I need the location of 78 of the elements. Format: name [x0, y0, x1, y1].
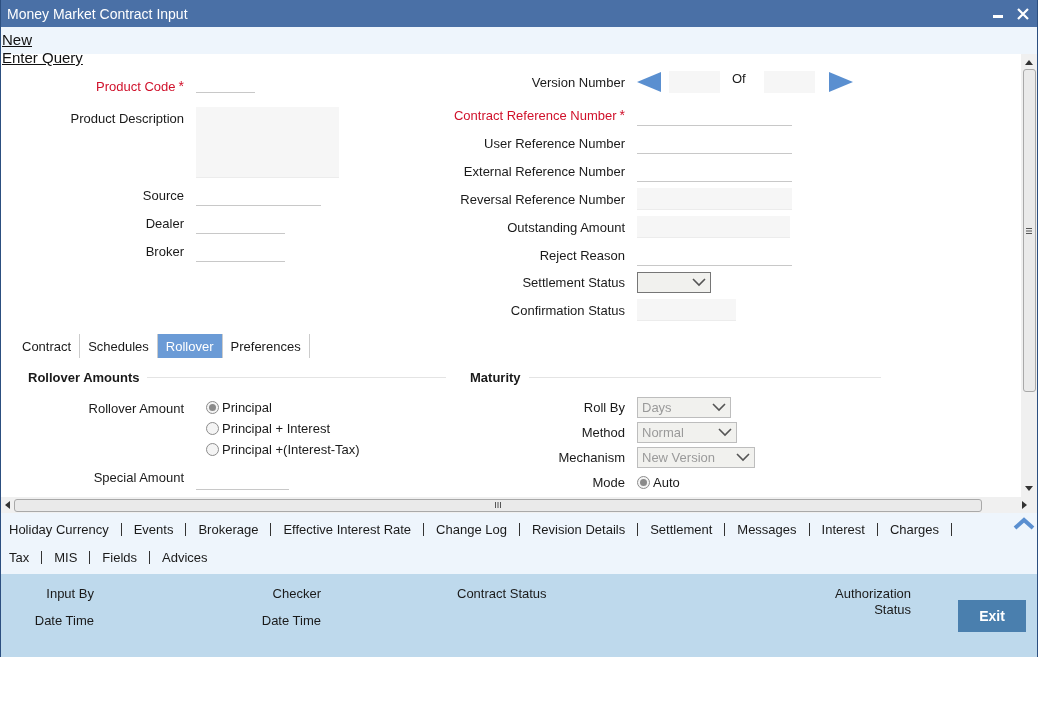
previous-arrow-icon[interactable] [637, 72, 661, 92]
radio-option[interactable]: Principal [206, 397, 461, 418]
scroll-left-icon[interactable] [5, 501, 10, 509]
nav-link[interactable]: Events [133, 521, 174, 537]
field-label: Broker [145, 243, 184, 259]
chevron-down-icon [712, 403, 726, 412]
nav-link[interactable]: Effective Interest Rate [283, 521, 412, 537]
field-label: External Reference Number [463, 163, 625, 179]
window-title: Money Market Contract Input [7, 5, 189, 22]
nav-link[interactable]: Revision Details [531, 521, 626, 537]
nav-link[interactable]: Advices [162, 550, 208, 566]
field-label: Dealer [145, 215, 184, 231]
nav-link[interactable]: Brokerage [198, 521, 259, 537]
grip-icon [495, 502, 501, 508]
required-asterisk: * [619, 107, 625, 123]
audit-label: Date Time [261, 613, 321, 629]
field-label: Mode [592, 475, 625, 490]
field-label: Reversal Reference Number [460, 191, 625, 207]
nav-link[interactable]: Holiday Currency [9, 521, 109, 537]
radio-button[interactable] [206, 422, 219, 435]
select-field[interactable] [637, 272, 711, 293]
scroll-down-icon[interactable] [1025, 486, 1033, 491]
radio-option[interactable]: Principal +(Interest-Tax) [206, 439, 461, 460]
action-link[interactable]: Enter Query [2, 49, 83, 67]
grip-icon [1026, 227, 1032, 234]
nav-link[interactable]: Fields [102, 550, 138, 566]
action-link[interactable]: New [2, 31, 32, 49]
nav-link[interactable]: Settlement [650, 521, 713, 537]
audit-label: Authorization Status [835, 586, 911, 618]
scrollbar-thumb[interactable] [1022, 69, 1036, 392]
radio-button[interactable] [637, 476, 650, 489]
nav-link[interactable]: MIS [54, 550, 78, 566]
field-label: Source [142, 187, 184, 203]
of-label: Of [732, 71, 746, 86]
chevron-down-icon [718, 428, 732, 437]
audit-label: Checker [272, 586, 321, 602]
tab[interactable]: Preferences [222, 334, 310, 358]
section-title: Rollover Amounts [28, 369, 140, 385]
nav-link[interactable]: Tax [9, 550, 30, 566]
next-arrow-icon[interactable] [828, 72, 853, 92]
nav-link[interactable]: Messages [737, 521, 797, 537]
audit-label: Contract Status [457, 586, 547, 602]
tab[interactable]: Contract [14, 334, 81, 358]
field-label: Product Description [70, 110, 184, 126]
field-label: Product Code [96, 78, 176, 94]
scroll-right-icon[interactable] [1022, 501, 1027, 509]
audit-label: Input By [46, 586, 94, 602]
close-icon[interactable] [1017, 7, 1029, 20]
radio-button[interactable] [206, 401, 219, 414]
nav-link[interactable]: Interest [821, 521, 865, 537]
field-label: Version Number [531, 74, 625, 90]
scroll-up-icon[interactable] [1025, 60, 1033, 65]
chevron-up-icon[interactable] [1013, 517, 1035, 530]
field-label: Special Amount [93, 469, 184, 485]
radio-option[interactable]: Auto [637, 472, 881, 493]
audit-label: Date Time [34, 613, 94, 629]
field-label: Contract Reference Number [453, 107, 617, 123]
field-label: Rollover Amount [88, 400, 184, 416]
radio-button[interactable] [206, 443, 219, 456]
section-title: Maturity [470, 369, 521, 385]
chevron-down-icon [736, 453, 750, 462]
field-label: Method [581, 425, 625, 440]
nav-link[interactable]: Change Log [436, 521, 507, 537]
required-asterisk: * [178, 78, 184, 94]
nav-link[interactable]: Charges [889, 521, 940, 537]
field-label: Outstanding Amount [507, 219, 625, 235]
scrollbar-thumb[interactable] [14, 498, 982, 512]
chevron-down-icon [692, 278, 706, 287]
field-label: Settlement Status [522, 275, 625, 290]
radio-option[interactable]: Principal + Interest [206, 418, 461, 439]
tab[interactable]: Schedules [80, 334, 158, 358]
minimize-icon[interactable] [993, 14, 1003, 19]
exit-button[interactable]: Exit [958, 600, 1026, 632]
field-label: Reject Reason [539, 247, 625, 263]
field-label: Confirmation Status [510, 302, 625, 318]
field-label: User Reference Number [484, 135, 625, 151]
field-label: Roll By [583, 400, 625, 415]
field-label: Mechanism [558, 450, 625, 465]
